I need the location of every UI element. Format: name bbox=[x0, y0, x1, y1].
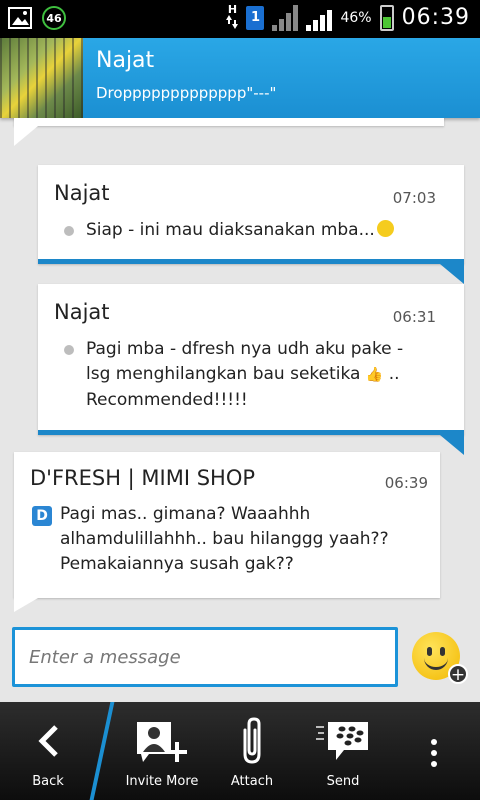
network-type-label: H bbox=[227, 3, 238, 16]
bubble-tail bbox=[440, 435, 464, 455]
battery-percent: 46% bbox=[340, 9, 372, 26]
signal-sim2-icon bbox=[272, 4, 299, 31]
message-line: Recommended!!!!! bbox=[86, 390, 248, 410]
message-bubble[interactable]: Najat 06:31 Pagi mba - dfresh nya udh ak… bbox=[38, 284, 464, 435]
message-line-text: lsg menghilangkan bau seketika bbox=[86, 364, 361, 384]
bubble-tail bbox=[14, 126, 38, 146]
contact-status: Droppppppppppppp"---" bbox=[96, 84, 277, 102]
data-arrows-icon bbox=[226, 15, 239, 29]
message-bullet bbox=[64, 345, 74, 355]
bubble-tail bbox=[440, 264, 464, 284]
message-sender: Najat bbox=[54, 181, 110, 205]
overflow-menu-button[interactable] bbox=[416, 702, 452, 800]
message-line: lsg menghilangkan bau seketika 👍 .. bbox=[86, 362, 403, 388]
attach-label: Attach bbox=[230, 774, 274, 789]
attach-button[interactable]: Attach bbox=[212, 702, 292, 800]
notification-count-badge: 46 bbox=[42, 6, 66, 30]
overflow-dots-icon bbox=[431, 739, 437, 767]
message-sender: D'FRESH | MIMI SHOP bbox=[30, 466, 256, 490]
back-arrow-icon bbox=[38, 725, 58, 757]
message-sender: Najat bbox=[54, 300, 110, 324]
message-line: Pagi mba - dfresh nya udh aku pake - bbox=[86, 339, 404, 359]
status-bar: 46 H 1 46% 06:39 bbox=[0, 0, 480, 38]
message-line: Pemakaiannya susah gak?? bbox=[60, 554, 294, 574]
send-button[interactable]: Send bbox=[300, 702, 386, 800]
sim-slot-icon: 1 bbox=[246, 5, 265, 30]
invite-contact-icon bbox=[137, 722, 187, 762]
app-badge-icon: D bbox=[32, 506, 52, 526]
message-bullet bbox=[64, 226, 74, 236]
message-text: Siap - ini mau diaksanakan mba... bbox=[86, 218, 394, 243]
emoticon-mouth bbox=[424, 654, 448, 670]
send-label: Send bbox=[326, 774, 360, 789]
message-text: Pagi mas.. gimana? Waaahhh alhamdulillah… bbox=[60, 502, 389, 577]
message-input[interactable] bbox=[12, 627, 398, 687]
previous-message-bubble bbox=[14, 118, 444, 126]
message-text: Pagi mba - dfresh nya udh aku pake - lsg… bbox=[86, 337, 403, 413]
message-time: 07:03 bbox=[392, 189, 436, 207]
smiley-emoji-icon bbox=[376, 220, 394, 237]
bubble-tail bbox=[14, 598, 38, 612]
chat-history[interactable]: Najat 07:03 Siap - ini mau diaksanakan m… bbox=[0, 118, 480, 612]
paperclip-icon bbox=[243, 717, 261, 764]
gallery-notification-icon bbox=[8, 7, 32, 29]
battery-icon bbox=[379, 4, 394, 31]
message-time: 06:39 bbox=[384, 474, 428, 492]
message-line: Siap - ini mau diaksanakan mba... bbox=[86, 220, 375, 240]
back-button[interactable]: Back bbox=[0, 702, 96, 800]
message-time: 06:31 bbox=[392, 308, 436, 326]
chat-header[interactable]: Najat Droppppppppppppp"---" bbox=[0, 38, 480, 118]
contact-name: Najat bbox=[96, 48, 155, 73]
message-bubble[interactable]: D'FRESH | MIMI SHOP 06:39 D Pagi mas.. g… bbox=[14, 452, 440, 598]
message-line: alhamdulillahhh.. bau hilanggg yaah?? bbox=[60, 529, 389, 549]
status-bar-right: H 1 46% 06:39 bbox=[226, 4, 470, 31]
invite-more-label: Invite More bbox=[125, 774, 199, 789]
message-bubble[interactable]: Najat 07:03 Siap - ini mau diaksanakan m… bbox=[38, 165, 464, 264]
invite-more-button[interactable]: Invite More bbox=[116, 702, 208, 800]
add-emoticon-plus-icon[interactable]: + bbox=[448, 664, 468, 685]
bbm-send-icon bbox=[316, 722, 368, 760]
network-type-indicator: H bbox=[226, 3, 239, 31]
back-label: Back bbox=[32, 774, 64, 789]
signal-sim1-icon bbox=[306, 5, 333, 31]
bottom-toolbar: Back Invite More Attach Send bbox=[0, 702, 480, 800]
status-time: 06:39 bbox=[401, 5, 470, 30]
composer: + bbox=[0, 612, 480, 702]
thumbs-up-emoji-icon: 👍 bbox=[365, 367, 384, 383]
contact-avatar[interactable] bbox=[0, 38, 83, 118]
message-line-suffix: .. bbox=[388, 364, 400, 384]
status-bar-left: 46 bbox=[8, 6, 66, 30]
message-line: Pagi mas.. gimana? Waaahhh bbox=[60, 504, 311, 524]
